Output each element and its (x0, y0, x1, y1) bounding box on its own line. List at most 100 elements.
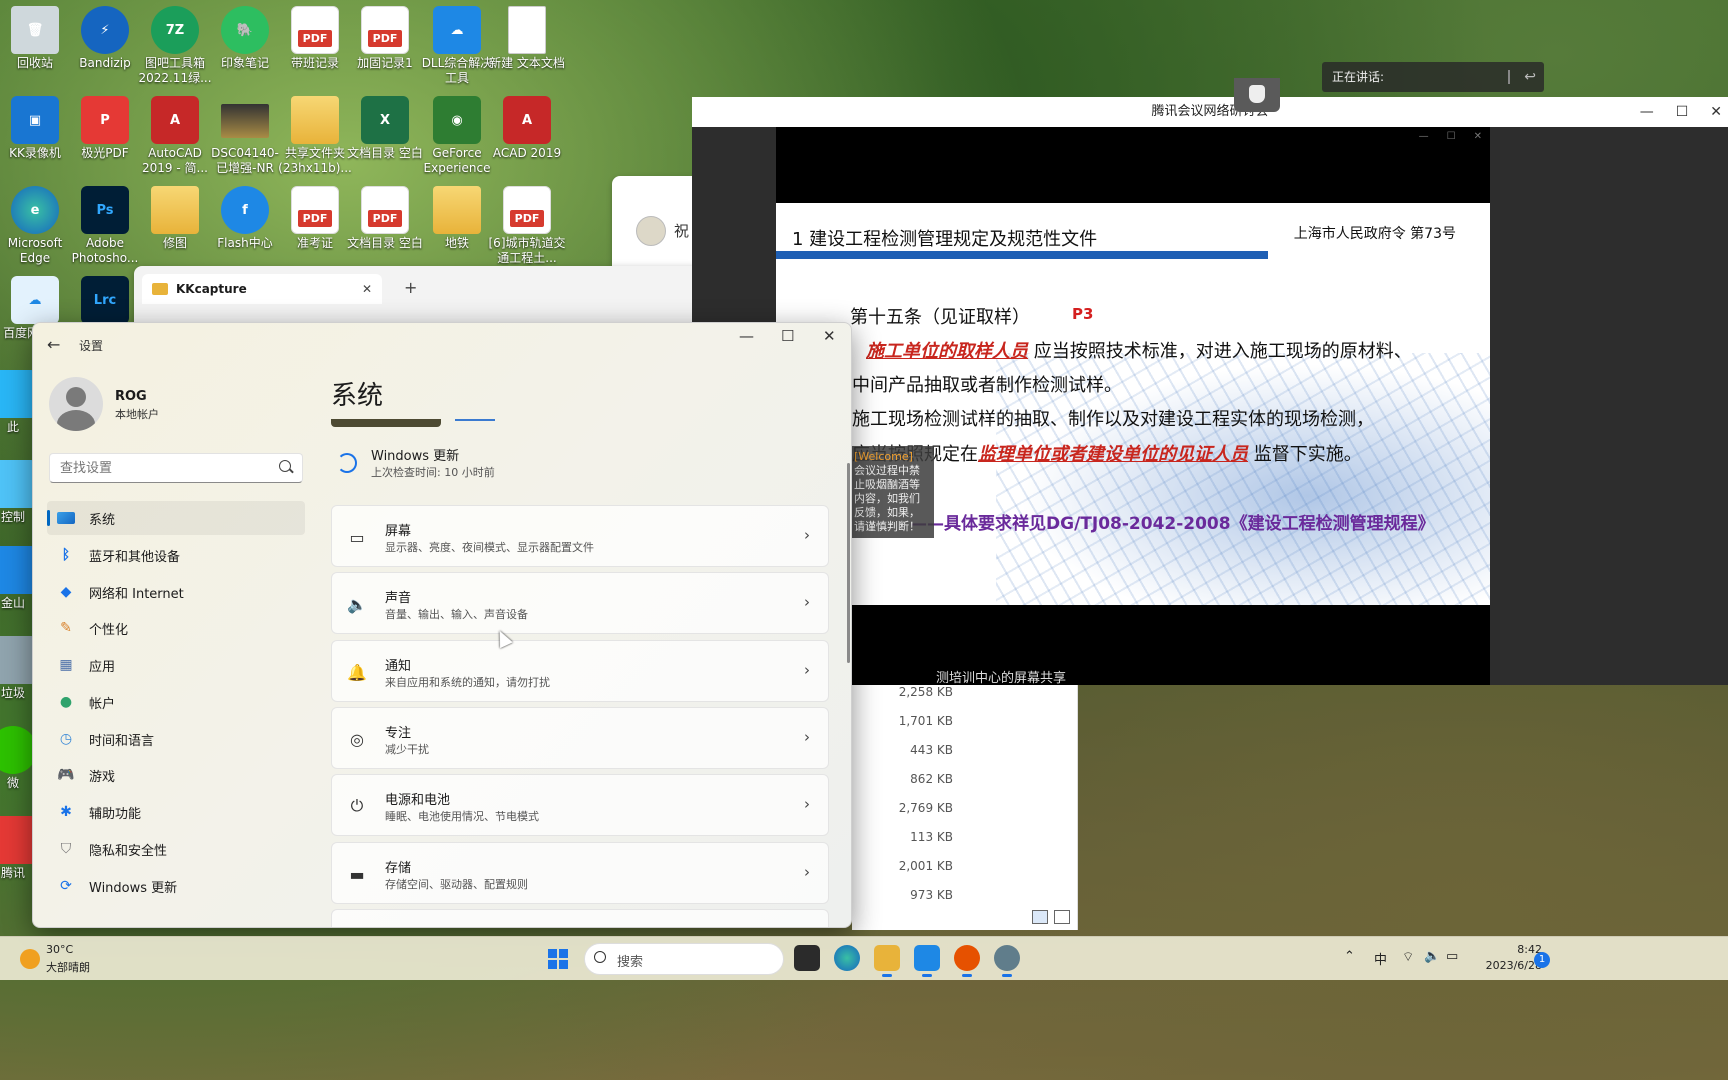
settings-card-focus[interactable]: ◎ 专注 减少干扰 › (331, 707, 829, 769)
maximize-button[interactable]: ☐ (781, 327, 794, 345)
maximize-button[interactable]: ☐ (1676, 97, 1689, 127)
file-size: 2,001 KB (898, 859, 953, 873)
chevron-up-icon[interactable]: ⌃ (1344, 949, 1355, 964)
display-icon: ▭ (349, 527, 365, 547)
sidebar-item-network[interactable]: ◆ 网络和 Internet (47, 575, 305, 609)
desktop-icon-edge[interactable]: e Microsoft Edge (0, 186, 74, 266)
desktop-icon-geforce[interactable]: ◉ GeForce Experience (418, 96, 496, 176)
sidebar-item-personalization[interactable]: ✎ 个性化 (47, 611, 305, 645)
settings-card-partial[interactable] (331, 909, 829, 927)
settings-card-notifications[interactable]: 🔔 通知 来自应用和系统的通知，请勿打扰 › (331, 640, 829, 702)
collapse-icon[interactable]: ↩ (1524, 62, 1536, 92)
explorer-tab[interactable]: KKcapture ✕ (142, 274, 382, 304)
desktop-icon-flash[interactable]: f Flash中心 (206, 186, 284, 251)
desktop-icon-pdf-reinforce[interactable]: 加固记录1 (346, 6, 424, 71)
desktop-icon-shared-folder[interactable]: 共享文件夹 (23hx11b)... (276, 96, 354, 176)
task-view-icon[interactable] (794, 945, 820, 971)
sidebar-item-system[interactable]: 系统 (47, 501, 305, 535)
desktop-icon-pdf-duty[interactable]: 带班记录 (276, 6, 354, 71)
volume-icon[interactable]: 🔈 (1424, 949, 1440, 964)
desktop-icon-dsc-photo[interactable]: DSC04140-已增强-NR (206, 96, 284, 176)
sidebar-item-gaming[interactable]: 🎮 游戏 (47, 758, 305, 792)
desktop-icon-admission[interactable]: 准考证 (276, 186, 354, 251)
desktop-icon-kk-recorder[interactable]: ▣ KK录像机 (0, 96, 74, 161)
desktop-icon-autocad[interactable]: A AutoCAD 2019 - 简... (136, 96, 214, 176)
chevron-right-icon: › (804, 795, 810, 813)
search-input[interactable] (49, 453, 303, 483)
settings-gear-icon[interactable] (994, 945, 1020, 977)
desktop-icon-evernote[interactable]: 🐘 印象笔记 (206, 6, 284, 71)
battery-icon[interactable]: ▭ (1446, 949, 1458, 964)
photoshop-icon: Ps (81, 186, 129, 234)
screen-share-view[interactable]: — ☐ ✕ 1 建设工程检测管理规定及规范性文件 上海市人民政府令 第73号 第… (776, 127, 1490, 686)
tiles-view-icon[interactable] (1054, 910, 1070, 924)
details-view-icon[interactable] (1032, 910, 1048, 924)
sidebar-item-time-language[interactable]: ◷ 时间和语言 (47, 722, 305, 756)
sidebar-item-accounts[interactable]: ● 帐户 (47, 685, 305, 719)
edge-icon[interactable] (834, 945, 860, 971)
tencent-meeting-icon[interactable] (954, 945, 980, 977)
desktop-icon-metro[interactable]: 地铁 (418, 186, 496, 251)
close-icon[interactable]: ✕ (1474, 131, 1482, 142)
taskbar-search-box[interactable]: 搜索 (584, 943, 784, 975)
minimize-button[interactable]: — (1640, 97, 1654, 127)
edge-icon: e (11, 186, 59, 234)
desktop-icon-lightroom[interactable]: Lrc (66, 276, 144, 326)
desktop-icon-excel-catalog[interactable]: X 文档目录 空白 (346, 96, 424, 161)
wifi-icon[interactable]: ⌔ (1402, 949, 1414, 965)
desktop-icon-jiguang-pdf[interactable]: P 极光PDF (66, 96, 144, 161)
mic-indicator-icon[interactable] (1234, 78, 1280, 112)
sidebar-item-apps[interactable]: ▦ 应用 (47, 648, 305, 682)
sidebar-item-windows-update[interactable]: ⟳ Windows 更新 (47, 869, 305, 903)
settings-card-sound[interactable]: 🔈 声音 音量、输出、输入、声音设备 › (331, 572, 829, 634)
settings-card-power[interactable]: ⏻ 电源和电池 睡眠、电池使用情况、节电模式 › (331, 774, 829, 836)
avatar (636, 216, 666, 246)
notification-badge[interactable]: 1 (1534, 952, 1550, 968)
maximize-icon[interactable]: ☐ (1447, 131, 1456, 142)
desktop-icon-new-text[interactable]: 新建 文本文档 (488, 6, 566, 71)
desktop-icon-tuba[interactable]: 7Z 图吧工具箱 2022.11绿... (136, 6, 214, 86)
rename-link[interactable] (455, 415, 495, 421)
desktop-icon-bandizip[interactable]: ⚡ Bandizip (66, 6, 144, 71)
desktop-icon-photoshop[interactable]: Ps Adobe Photosho... (66, 186, 144, 266)
sidebar-item-privacy[interactable]: ⛉ 隐私和安全性 (47, 832, 305, 866)
desktop-icon-recycle-bin[interactable]: 🗑 回收站 (0, 6, 74, 71)
close-button[interactable]: ✕ (823, 327, 836, 345)
new-tab-button[interactable]: + (404, 278, 417, 297)
chevron-right-icon: › (804, 661, 810, 679)
file-explorer-icon[interactable] (874, 945, 900, 977)
app-title: 设置 (79, 339, 104, 353)
slide-line-3: 施工现场检测试样的抽取、制作以及对建设工程实体的现场检测， (852, 409, 1374, 430)
desktop-icon-dll-tool[interactable]: ☁ DLL综合解决工具 (418, 6, 496, 86)
minimize-button[interactable]: — (739, 327, 754, 345)
weather-sun-icon[interactable] (20, 949, 40, 969)
close-button[interactable]: ✕ (1710, 97, 1722, 127)
desktop-icon-rail-pdf[interactable]: [6]城市轨道交通工程土... (488, 186, 566, 266)
windows-update-icon (337, 453, 357, 473)
weather-condition[interactable]: 大部晴朗 (46, 959, 90, 975)
settings-card-display[interactable]: ▭ 屏幕 显示器、亮度、夜间模式、显示器配置文件 › (331, 505, 829, 567)
minimize-icon[interactable]: — (1419, 131, 1429, 142)
clock-time[interactable]: 8:42 (1492, 943, 1542, 956)
scrollbar[interactable] (847, 463, 850, 663)
settings-card-storage[interactable]: ▬ 存储 存储空间、驱动器、配置规则 › (331, 842, 829, 904)
photos-icon[interactable] (914, 945, 940, 977)
share-window-controls: — ☐ ✕ (1419, 131, 1482, 142)
search-icon[interactable] (279, 460, 291, 472)
desktop-icon-catalog-pdf[interactable]: 文档目录 空白 (346, 186, 424, 251)
sidebar-item-bluetooth[interactable]: ᛒ 蓝牙和其他设备 (47, 538, 305, 572)
desktop-icon-acad[interactable]: A ACAD 2019 (488, 96, 566, 161)
folder-icon (152, 283, 168, 295)
close-tab-icon[interactable]: ✕ (362, 282, 372, 296)
weather-temperature[interactable]: 30°C (46, 943, 73, 956)
desktop-icon-retouch[interactable]: 修图 (136, 186, 214, 251)
ime-indicator[interactable]: 中 (1374, 949, 1387, 968)
back-button[interactable]: ← (47, 335, 60, 354)
start-button[interactable] (548, 949, 568, 969)
avatar[interactable] (49, 377, 103, 431)
sidebar-item-accessibility[interactable]: ✱ 辅助功能 (47, 795, 305, 829)
page-title: 系统 (331, 381, 384, 411)
update-banner-title[interactable]: Windows 更新 (371, 445, 459, 464)
clock-date[interactable]: 2023/6/28 (1476, 959, 1542, 972)
wallpaper-thumbnail[interactable] (331, 419, 441, 427)
